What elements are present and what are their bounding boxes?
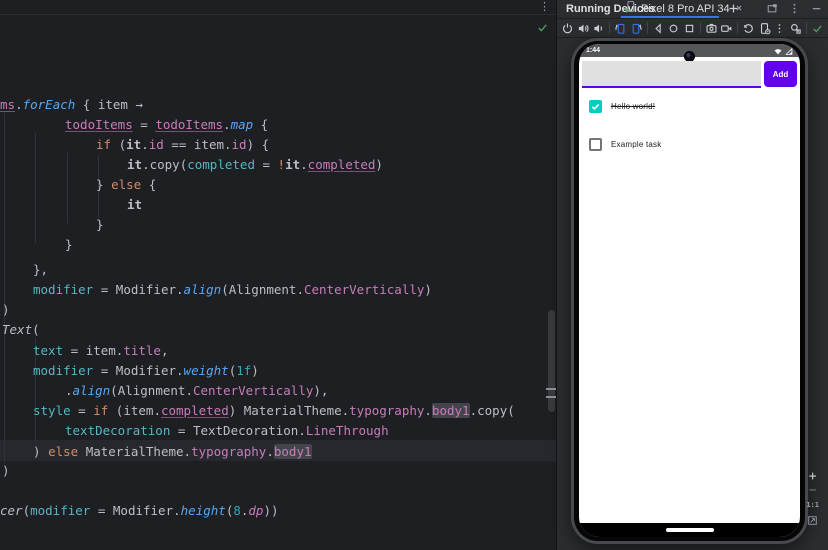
device-tab-label: Pixel 8 Pro API 34 [641,3,730,15]
screen-record-icon[interactable] [719,19,734,37]
status-icons [774,44,793,60]
overview-icon[interactable] [681,19,696,37]
inspections-passed-icon[interactable] [536,21,550,35]
panel-header: Running Devices Pixel 8 Pro API 34 [557,0,828,19]
occurrence-marker [546,396,556,398]
code-line[interactable]: ) [2,300,10,320]
todo-input[interactable] [582,61,761,88]
code-line[interactable]: } [96,215,104,235]
code-line[interactable]: .align(Alignment.CenterVertically), [65,381,328,401]
plus-icon[interactable] [727,2,740,20]
running-devices-panel: Running Devices Pixel 8 Pro API 34 1:44 … [556,0,828,550]
code-line[interactable]: text = item.title, [33,341,169,361]
code-line[interactable]: todoItems = todoItems.map { [65,115,268,135]
navigation-bar [579,523,800,537]
more-vertical-icon[interactable] [788,2,801,20]
code-line[interactable]: textDecoration = TextDecoration.LineThro… [65,421,389,441]
checkbox-checked[interactable] [589,99,602,113]
volume-up-icon[interactable] [575,19,590,37]
back-icon[interactable] [651,19,666,37]
occurrence-marker [546,388,556,390]
code-line[interactable]: } else { [96,175,156,195]
code-line[interactable]: ) else MaterialTheme.typography.body1 [33,442,312,462]
device-settings-icon[interactable] [757,19,772,37]
new-todo-row: Add [582,61,797,88]
signal-icon [785,44,793,60]
device-screen[interactable]: 1:44 Add Hello world! Example task [579,44,800,537]
indent-guide [35,133,36,243]
code-line[interactable]: if (it.id == item.id) { [96,135,269,155]
code-line[interactable]: modifier = Modifier.align(Alignment.Cent… [33,280,432,300]
device-display-area: 1:44 Add Hello world! Example task + − 1… [557,38,828,549]
code-line[interactable]: }, [33,260,48,280]
home-icon[interactable] [666,19,681,37]
hide-icon[interactable] [810,2,823,20]
screenshot-icon[interactable] [704,19,719,37]
zoom-ratio-button[interactable]: 1:1 [806,499,819,511]
window-float-icon[interactable] [766,2,779,20]
toolbar-separator [699,22,701,34]
indent-guide [67,153,68,223]
editor-tab-strip: ⋮ [0,0,556,15]
toolbar-separator [805,22,807,34]
code-line[interactable]: style = if (item.completed) MaterialThem… [33,401,515,421]
status-time: 1:44 [586,47,601,54]
power-icon[interactable] [560,19,575,37]
fit-screen-button[interactable] [807,513,818,531]
code-line[interactable]: it.copy(completed = !it.completed) [127,155,383,175]
todo-item-label: Hello world! [611,101,656,111]
code-editor[interactable]: ⋮ ms.forEach { item → todoItems = todoIte… [0,0,556,550]
zoom-controls: + − 1:1 [806,470,819,531]
snapshots-icon[interactable] [741,19,756,37]
zoom-out-button[interactable]: − [809,484,817,497]
add-button[interactable]: Add [764,61,797,87]
more-vertical-icon[interactable] [772,19,787,37]
code-line[interactable]: Text( [2,320,40,340]
todo-item-label: Example task [611,139,662,149]
volume-down-icon[interactable] [591,19,606,37]
checkbox-unchecked[interactable] [589,137,602,151]
code-line[interactable]: ms.forEach { item → [0,95,143,115]
zoom-in-button[interactable]: + [809,470,817,483]
home-indicator[interactable] [665,528,714,532]
rotate-left-icon[interactable] [613,19,628,37]
indent-guide [4,113,5,463]
status-check-icon[interactable] [810,19,825,37]
toolbar-separator [609,22,610,34]
rotate-right-icon[interactable] [628,19,643,37]
code-line[interactable]: modifier = Modifier.weight(1f) [33,361,259,381]
todo-item-row[interactable]: Hello world! [589,98,655,114]
toolbar-separator [646,22,648,34]
toolbar-separator [737,22,739,34]
inspect-ui-icon[interactable] [787,19,802,37]
android-studio-window: ⋮ ms.forEach { item → todoItems = todoIte… [0,0,828,550]
todo-item-row[interactable]: Example task [589,136,661,152]
more-vertical-icon[interactable]: ⋮ [539,1,550,14]
code-line[interactable]: it [127,195,142,215]
panel-window-controls [766,2,823,20]
selected-tab-underline [621,16,719,18]
code-line[interactable]: cer(modifier = Modifier.height(8.dp)) [0,501,279,521]
device-frame: 1:44 Add Hello world! Example task [571,38,808,544]
code-line[interactable]: ) [2,461,10,481]
wifi-icon [774,44,782,60]
code-line[interactable]: } [65,235,73,255]
device-toolbar [557,19,828,38]
